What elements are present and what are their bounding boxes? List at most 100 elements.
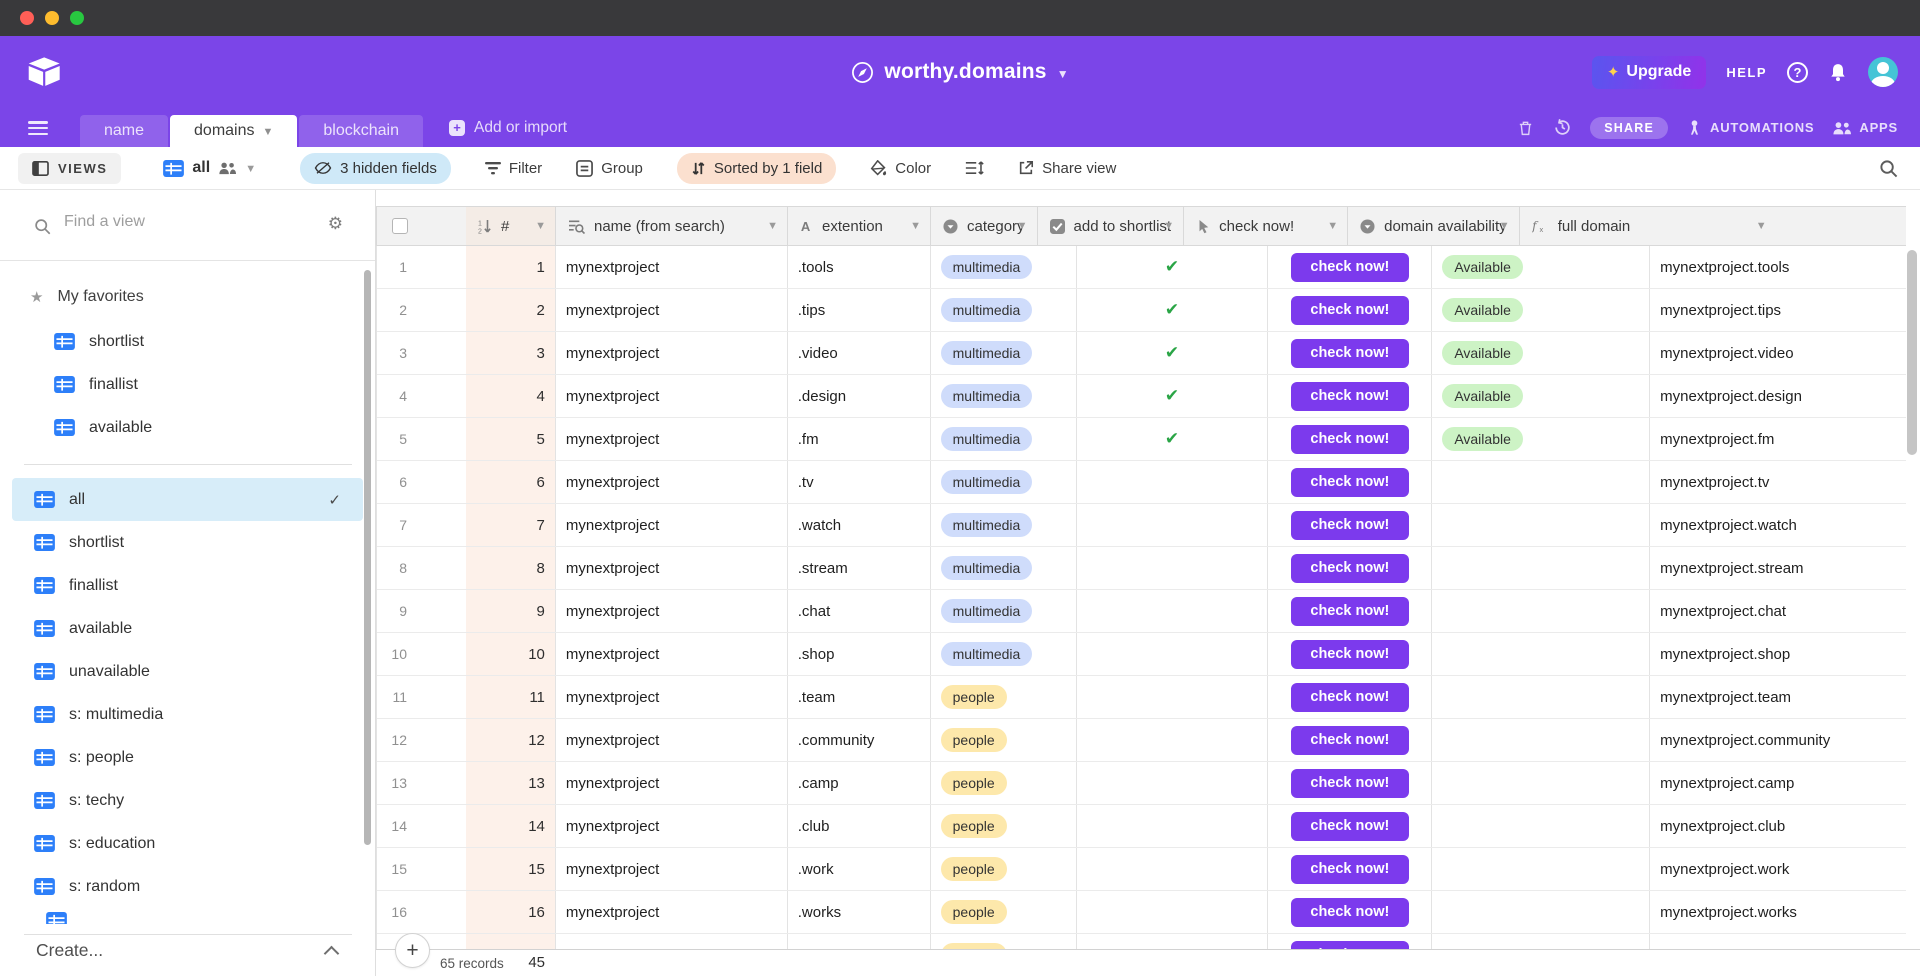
check-now-button[interactable]: check now! [1291,382,1409,411]
check-now-button[interactable]: check now! [1291,339,1409,368]
cell-name[interactable]: mynextproject [556,848,788,890]
check-now-button[interactable]: check now! [1291,253,1409,282]
cell-full-domain[interactable]: mynextproject.tv [1650,461,1906,503]
close-window-button[interactable] [20,11,34,25]
column-menu-caret-icon[interactable]: ▼ [910,220,921,232]
cell-full-domain[interactable]: mynextproject.tips [1650,289,1906,331]
find-view-input[interactable] [62,212,292,232]
cell-domain-availability[interactable]: Available [1432,246,1650,288]
cell-category[interactable]: people [931,891,1077,933]
cell-domain-availability[interactable] [1432,547,1650,589]
current-view-selector[interactable]: all ▼ [163,159,256,177]
cell-full-domain[interactable]: mynextproject.studio [1650,934,1906,949]
cell-number[interactable]: 9 [466,590,556,632]
cell-category[interactable]: multimedia [931,547,1077,589]
view-item-all[interactable]: all✓ [12,478,363,521]
column-menu-caret-icon[interactable]: ▼ [1499,220,1510,232]
check-now-button[interactable]: check now! [1291,683,1409,712]
cell-category[interactable]: people [931,676,1077,718]
cell-full-domain[interactable]: mynextproject.watch [1650,504,1906,546]
row-gutter-cell[interactable]: 8 [377,547,466,589]
cell-number[interactable]: 2 [466,289,556,331]
cell-extention[interactable]: .tv [788,461,931,503]
cell-full-domain[interactable]: mynextproject.video [1650,332,1906,374]
column-header-name[interactable]: name (from search)▼ [556,207,788,245]
cell-full-domain[interactable]: mynextproject.team [1650,676,1906,718]
base-title-caret-icon[interactable]: ▼ [1057,67,1069,81]
cell-category[interactable]: people [931,762,1077,804]
cell-domain-availability[interactable] [1432,633,1650,675]
share-button[interactable]: SHARE [1590,117,1668,139]
cell-add-to-shortlist[interactable] [1077,676,1269,718]
check-now-button[interactable]: check now! [1291,640,1409,669]
cell-name[interactable]: mynextproject [556,461,788,503]
cell-full-domain[interactable]: mynextproject.stream [1650,547,1906,589]
tab-caret-icon[interactable]: ▼ [263,126,274,138]
cell-domain-availability[interactable]: Available [1432,375,1650,417]
cell-name[interactable]: mynextproject [556,289,788,331]
cell-number[interactable]: 12 [466,719,556,761]
cell-number[interactable]: 13 [466,762,556,804]
cell-domain-availability[interactable]: Available [1432,289,1650,331]
cell-extention[interactable]: .chat [788,590,931,632]
shortlist-check-icon[interactable]: ✔ [1165,386,1179,406]
cell-number[interactable]: 5 [466,418,556,460]
cell-category[interactable]: multimedia [931,504,1077,546]
column-menu-caret-icon[interactable]: ▼ [1017,220,1028,232]
cell-category[interactable]: multimedia [931,289,1077,331]
cell-extention[interactable]: .studio [788,934,931,949]
cell-extention[interactable]: .team [788,676,931,718]
select-all-checkbox[interactable] [392,218,408,234]
row-height-button[interactable] [965,160,984,176]
zoom-window-button[interactable] [70,11,84,25]
row-gutter-cell[interactable]: 10 [377,633,466,675]
group-button[interactable]: Group [576,160,643,177]
check-now-button[interactable]: check now! [1291,425,1409,454]
cell-extention[interactable]: .fm [788,418,931,460]
cell-add-to-shortlist[interactable] [1077,719,1269,761]
sidebar-menu-icon[interactable] [28,121,48,135]
cell-number[interactable]: 15 [466,848,556,890]
cell-extention[interactable]: .stream [788,547,931,589]
row-gutter-cell[interactable]: 16 [377,891,466,933]
cell-number[interactable]: 6 [466,461,556,503]
cell-name[interactable]: mynextproject [556,676,788,718]
check-now-button[interactable]: check now! [1291,812,1409,841]
cell-add-to-shortlist[interactable]: ✔ [1077,418,1269,460]
color-button[interactable]: Color [870,160,931,177]
history-icon[interactable] [1553,118,1572,137]
add-or-import-button[interactable]: + Add or import [449,108,567,147]
check-now-button[interactable]: check now! [1291,597,1409,626]
cell-extention[interactable]: .watch [788,504,931,546]
row-gutter-cell[interactable]: 1 [377,246,466,288]
row-gutter-cell[interactable]: 12 [377,719,466,761]
shortlist-check-icon[interactable]: ✔ [1165,257,1179,277]
cell-full-domain[interactable]: mynextproject.club [1650,805,1906,847]
column-header-ext[interactable]: Aextention▼ [788,207,931,245]
cell-name[interactable]: mynextproject [556,891,788,933]
cell-name[interactable]: mynextproject [556,633,788,675]
cell-add-to-shortlist[interactable] [1077,848,1269,890]
apps-button[interactable]: APPS [1832,120,1898,136]
upgrade-button[interactable]: ✦ Upgrade [1592,56,1706,89]
cell-domain-availability[interactable] [1432,762,1650,804]
sort-button[interactable]: Sorted by 1 field [677,153,836,184]
cell-name[interactable]: mynextproject [556,246,788,288]
cell-category[interactable]: multimedia [931,375,1077,417]
check-now-button[interactable]: check now! [1291,898,1409,927]
row-gutter-cell[interactable]: 13 [377,762,466,804]
cell-name[interactable]: mynextproject [556,719,788,761]
cell-full-domain[interactable]: mynextproject.community [1650,719,1906,761]
user-avatar[interactable] [1868,57,1898,87]
cell-domain-availability[interactable] [1432,461,1650,503]
view-item-shortlist[interactable]: shortlist [12,521,363,564]
cell-name[interactable]: mynextproject [556,332,788,374]
cell-full-domain[interactable]: mynextproject.shop [1650,633,1906,675]
cell-category[interactable]: people [931,719,1077,761]
cell-category[interactable]: people [931,848,1077,890]
table-tab-domains[interactable]: domains▼ [170,115,297,147]
row-gutter-cell[interactable]: 15 [377,848,466,890]
cell-domain-availability[interactable] [1432,504,1650,546]
row-gutter-cell[interactable]: 9 [377,590,466,632]
help-button[interactable]: HELP [1726,65,1767,80]
